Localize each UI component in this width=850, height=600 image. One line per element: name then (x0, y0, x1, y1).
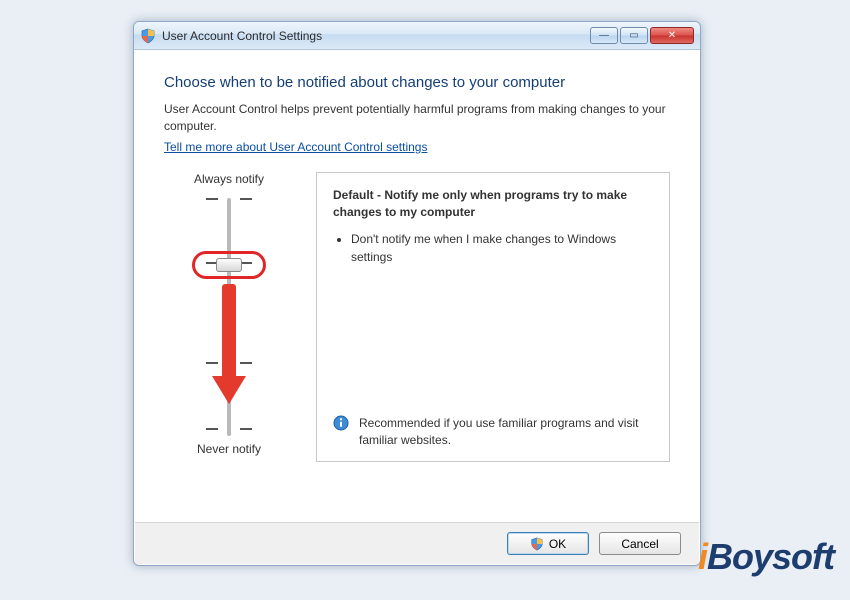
maximize-button[interactable]: ▭ (620, 27, 648, 44)
slider-bottom-label: Never notify (164, 442, 294, 456)
recommendation-text: Recommended if you use familiar programs… (359, 415, 653, 449)
watermark-brand: Boysoft (707, 536, 834, 578)
slider-column: Always notify Never notify (164, 172, 294, 462)
learn-more-link[interactable]: Tell me more about User Account Control … (164, 140, 427, 154)
slider-tick (206, 198, 252, 200)
uac-settings-window: User Account Control Settings — ▭ ✕ Choo… (133, 21, 701, 566)
window-controls: — ▭ ✕ (590, 27, 694, 44)
shield-icon (530, 537, 544, 551)
content-area: Choose when to be notified about changes… (134, 50, 700, 521)
setting-description-panel: Default - Notify me only when programs t… (316, 172, 670, 462)
page-description: User Account Control helps prevent poten… (164, 101, 670, 136)
ok-button-label: OK (549, 537, 566, 551)
window-title: User Account Control Settings (162, 29, 590, 43)
shield-icon (140, 28, 156, 44)
close-button[interactable]: ✕ (650, 27, 694, 44)
notification-slider[interactable] (164, 192, 294, 442)
setting-title: Default - Notify me only when programs t… (333, 187, 653, 221)
slider-tick (206, 428, 252, 430)
button-bar: OK Cancel (135, 522, 699, 564)
ok-button[interactable]: OK (507, 532, 589, 555)
annotation-highlight-oval (192, 251, 266, 279)
setting-bullet-list: Don't notify me when I make changes to W… (351, 230, 653, 272)
page-heading: Choose when to be notified about changes… (164, 74, 670, 91)
titlebar[interactable]: User Account Control Settings — ▭ ✕ (134, 22, 700, 50)
watermark-logo: iBoysoft (698, 536, 834, 578)
setting-bullet: Don't notify me when I make changes to W… (351, 230, 653, 266)
minimize-button[interactable]: — (590, 27, 618, 44)
annotation-arrow-down-icon (220, 284, 238, 406)
watermark-prefix: i (698, 536, 707, 578)
cancel-button-label: Cancel (621, 537, 658, 551)
slider-top-label: Always notify (164, 172, 294, 186)
info-icon (333, 415, 349, 431)
cancel-button[interactable]: Cancel (599, 532, 681, 555)
